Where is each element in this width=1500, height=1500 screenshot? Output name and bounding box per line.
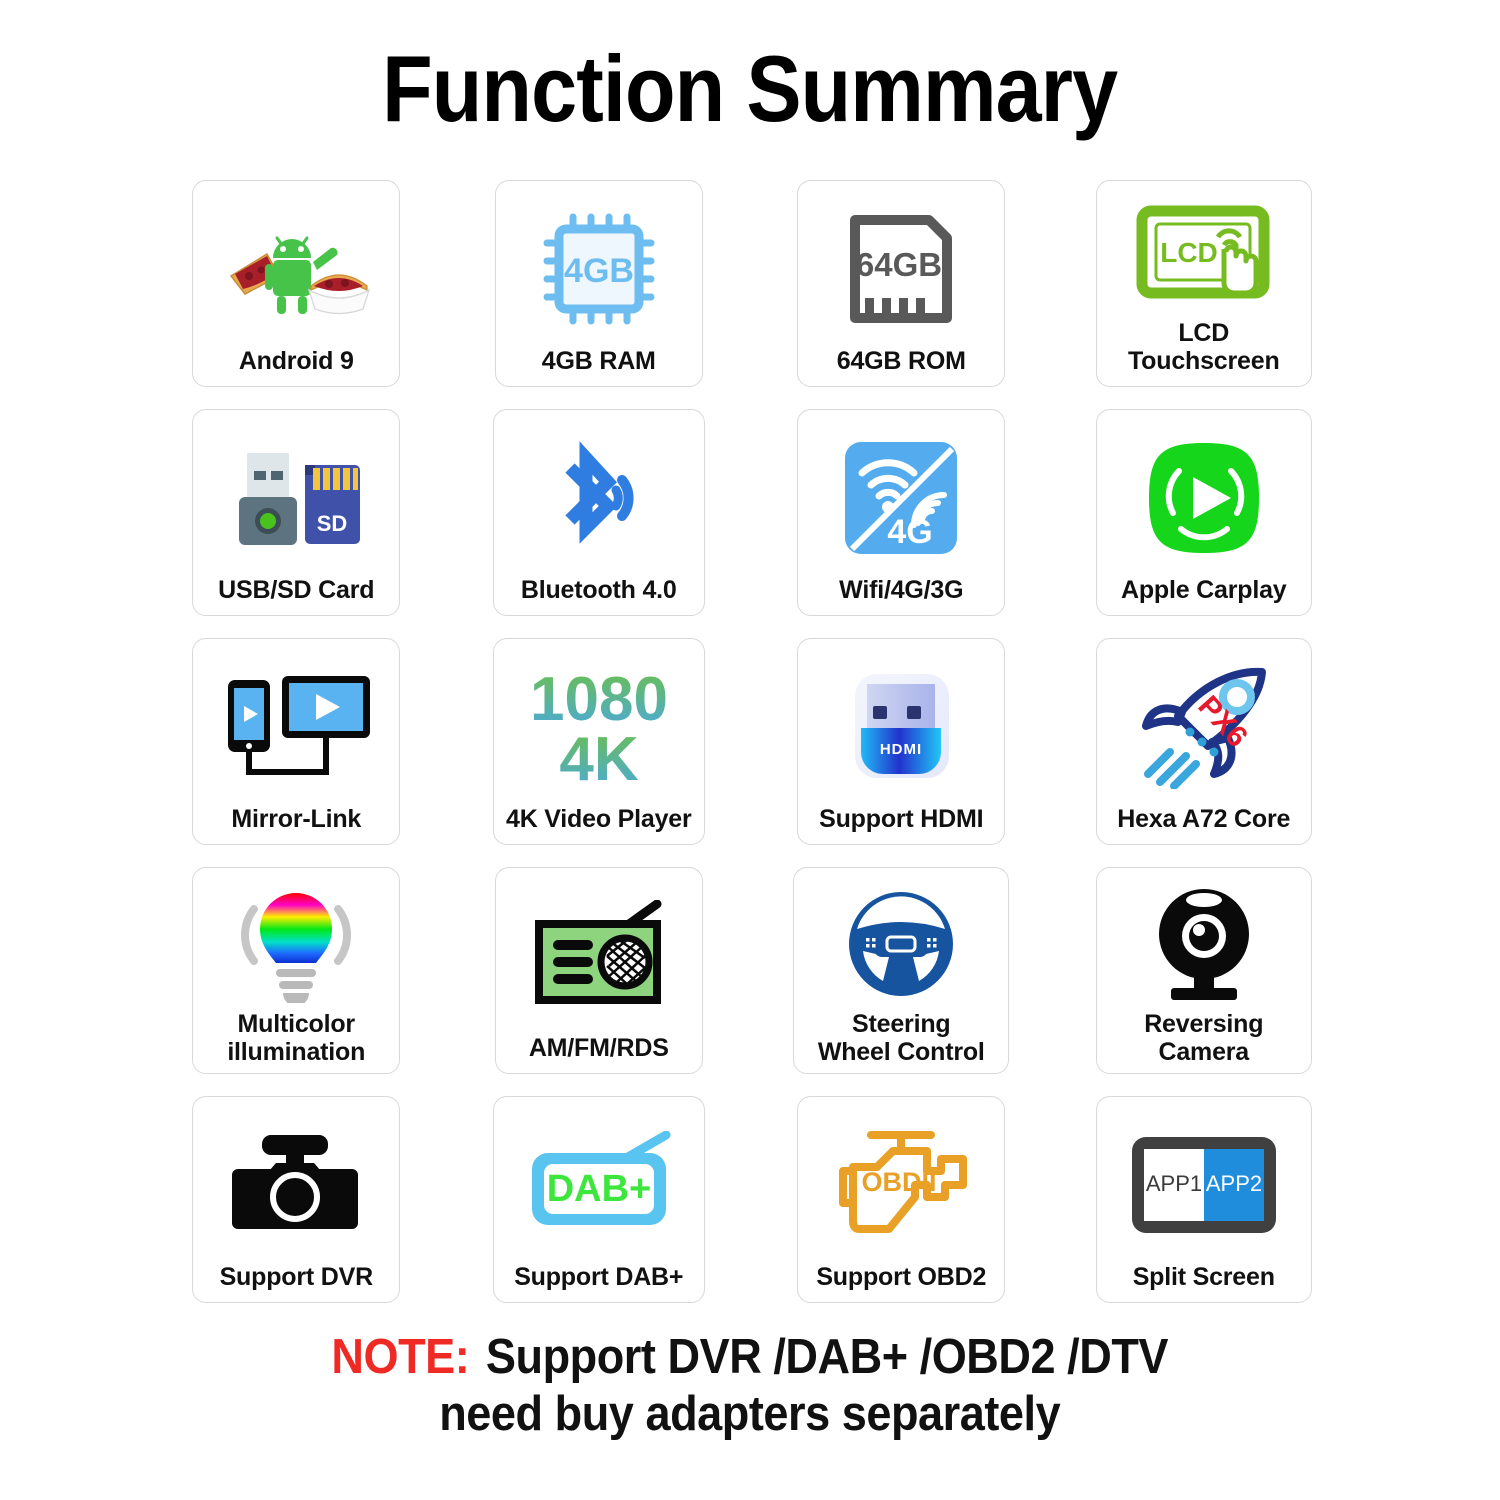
dashcam-icon (193, 1105, 399, 1263)
feature-label: 4GB RAM (541, 346, 656, 375)
hdmi-dongle-icon: HDMI (798, 647, 1004, 805)
mirror-link-icon (193, 647, 399, 805)
feature-label: Multicolor illumination (227, 1009, 366, 1066)
feature-card-carplay[interactable]: Apple Carplay (1095, 409, 1312, 616)
android-pie-icon (193, 189, 399, 347)
split-screen-icon: APP1 APP2 (1097, 1105, 1311, 1263)
feature-label: Android 9 (238, 346, 354, 375)
resolution-4k-text: 4K (559, 725, 638, 789)
feature-card-bluetooth[interactable]: Bluetooth 4.0 (492, 409, 705, 616)
sd-badge-text: SD (317, 511, 348, 536)
feature-card-obd2[interactable]: OBDII Support OBD2 (797, 1096, 1006, 1303)
feature-label: LCD Touchscreen (1127, 318, 1280, 375)
feature-card-video4k[interactable]: 1080 4K 4K Video Player (492, 638, 705, 845)
page-title: Function Summary (382, 36, 1118, 141)
feature-label: Reversing Camera (1144, 1009, 1264, 1066)
feature-card-mirrorlink[interactable]: Mirror-Link (192, 638, 401, 845)
steering-wheel-icon (794, 876, 1008, 1010)
dab-radio-icon: DAB+ (494, 1105, 704, 1263)
note-keyword: NOTE: (331, 1330, 470, 1384)
feature-card-hdmi[interactable]: HDMI Support HDMI (797, 638, 1006, 845)
feature-label: USB/SD Card (218, 575, 375, 604)
feature-label: Support HDMI (819, 804, 984, 833)
feature-label: Split Screen (1132, 1262, 1275, 1291)
radio-icon (496, 876, 702, 1034)
feature-card-dab[interactable]: DAB+ Support DAB+ (492, 1096, 705, 1303)
feature-label: Steering Wheel Control (817, 1009, 985, 1066)
feature-label: 4K Video Player (505, 804, 692, 833)
resolution-text-icon: 1080 4K (494, 647, 704, 805)
feature-label: Bluetooth 4.0 (520, 575, 677, 604)
feature-label: Support DVR (219, 1262, 374, 1291)
engine-obd-icon: OBDII (798, 1105, 1004, 1263)
feature-card-steering[interactable]: Steering Wheel Control (793, 867, 1010, 1074)
usb-sd-card-icon: SD (193, 418, 399, 576)
feature-label: AM/FM/RDS (528, 1033, 669, 1062)
sd-card-icon: 64GB (798, 189, 1004, 347)
resolution-1080-text: 1080 (530, 665, 668, 734)
app1-badge-text: APP1 (1146, 1171, 1202, 1196)
feature-card-ram[interactable]: 4GB 4GB RAM (494, 180, 703, 387)
feature-label: 64GB ROM (836, 346, 966, 375)
dab-badge-text: DAB+ (546, 1168, 651, 1210)
feature-label: Apple Carplay (1120, 575, 1287, 604)
feature-card-lcd[interactable]: LCD LCD Touchscreen (1095, 180, 1312, 387)
note-line-2: need buy adapters separately (439, 1387, 1061, 1442)
hdmi-badge-text: HDMI (880, 741, 922, 758)
obd-badge-text: OBDII (862, 1167, 937, 1197)
note-block: NOTE: Support DVR /DAB+ /OBD2 /DTV need b… (332, 1329, 1169, 1444)
feature-card-dvr[interactable]: Support DVR (192, 1096, 401, 1303)
feature-card-illumination[interactable]: Multicolor illumination (192, 867, 401, 1074)
feature-label: Mirror-Link (231, 804, 362, 833)
feature-card-android[interactable]: Android 9 (192, 180, 401, 387)
feature-label: Support DAB+ (514, 1262, 684, 1291)
lcd-touchscreen-icon: LCD (1097, 189, 1311, 319)
app2-badge-text: APP2 (1206, 1171, 1262, 1196)
rocket-icon: PX6 (1097, 647, 1311, 805)
webcam-icon (1097, 876, 1311, 1010)
rom-badge-text: 64GB (856, 246, 942, 283)
function-summary-page: Function Summary Android 9 4GB 4GB RAM 6… (0, 0, 1500, 1500)
carplay-play-icon (1097, 418, 1311, 576)
wifi-badge-text: 4G (888, 513, 933, 551)
feature-card-hexacore[interactable]: PX6 Hexa A72 Core (1095, 638, 1312, 845)
note-line-1: NOTE: Support DVR /DAB+ /OBD2 /DTV (332, 1329, 1169, 1386)
feature-card-usbsd[interactable]: SD USB/SD Card (192, 409, 401, 616)
feature-label: Hexa A72 Core (1117, 804, 1291, 833)
chip-badge-text: 4GB (564, 252, 634, 290)
feature-card-splitscreen[interactable]: APP1 APP2 Split Screen (1095, 1096, 1312, 1303)
feature-grid: Android 9 4GB 4GB RAM 64GB 64GB ROM LCD … (145, 180, 1355, 1303)
lcd-badge-text: LCD (1160, 237, 1218, 268)
cpu-chip-icon: 4GB (496, 189, 702, 347)
note-text-1: Support DVR /DAB+ /OBD2 /DTV (486, 1330, 1169, 1384)
feature-card-rom[interactable]: 64GB 64GB ROM (797, 180, 1006, 387)
feature-label: Wifi/4G/3G (839, 575, 964, 604)
wifi-4g-icon: 4G (798, 418, 1004, 576)
feature-card-radio[interactable]: AM/FM/RDS (494, 867, 703, 1074)
feature-card-reversecam[interactable]: Reversing Camera (1095, 867, 1312, 1074)
feature-label: Support OBD2 (816, 1262, 987, 1291)
feature-card-wifi[interactable]: 4G Wifi/4G/3G (797, 409, 1006, 616)
bluetooth-icon (494, 418, 704, 576)
rainbow-bulb-icon (193, 876, 399, 1010)
